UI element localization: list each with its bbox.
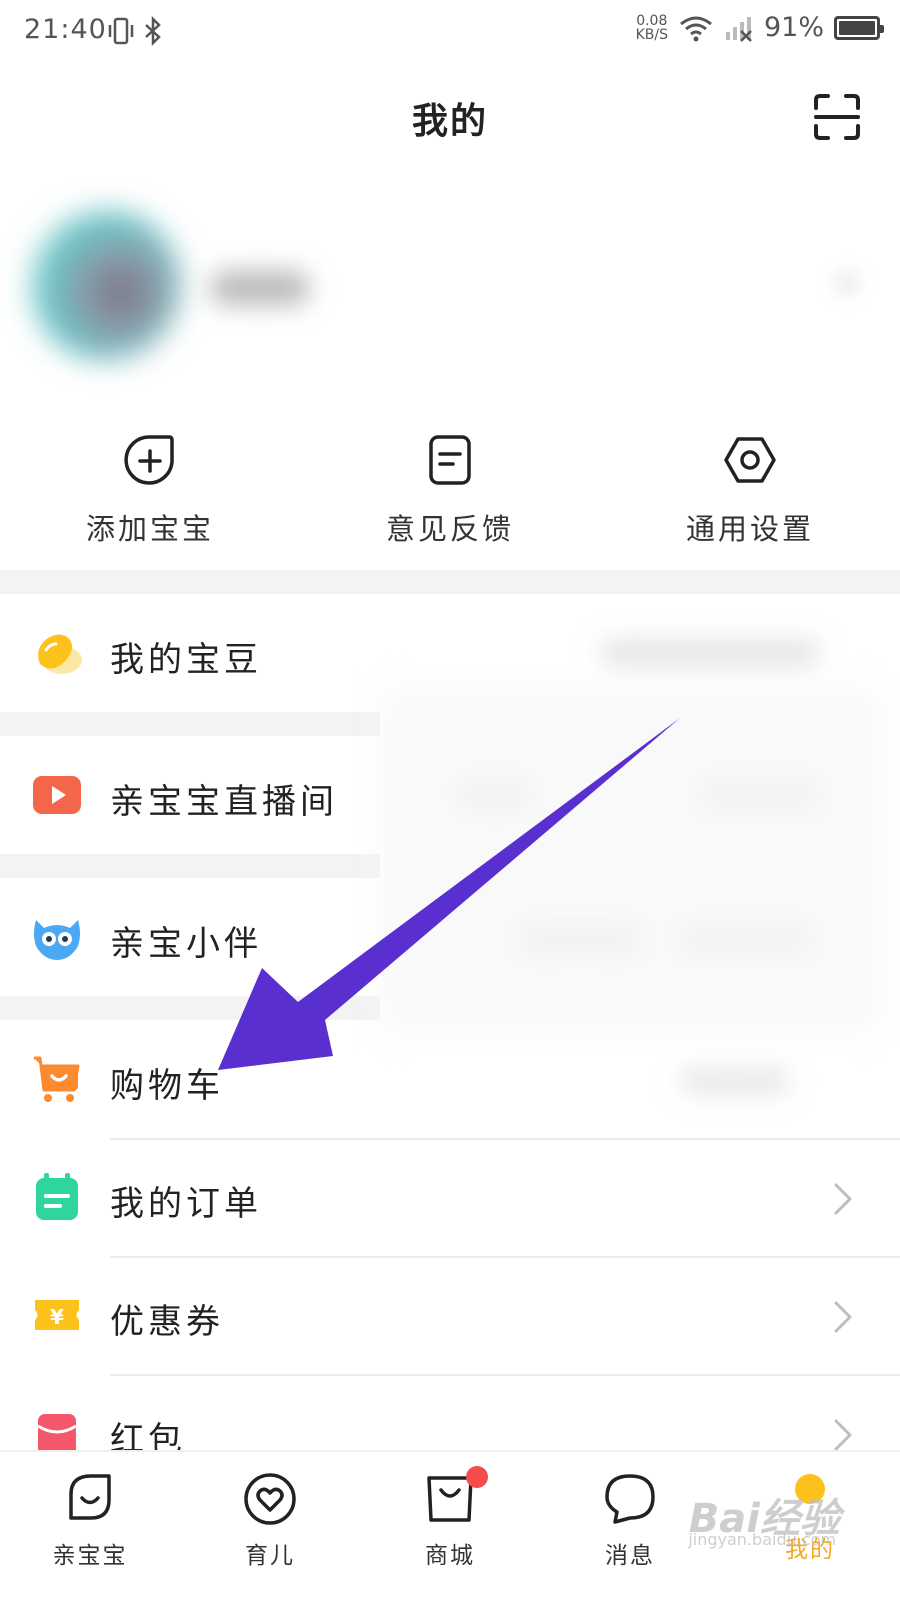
wifi-icon: [680, 16, 712, 41]
watermark-sub: jingyan.baidu.com: [688, 1530, 836, 1549]
nav-home[interactable]: 亲宝宝: [0, 1452, 180, 1600]
nav-messages-label: 消息: [605, 1543, 655, 1569]
net-speed-unit: KB/S: [635, 26, 668, 43]
nav-shop-label: 商城: [425, 1543, 475, 1569]
battery-icon: [834, 15, 884, 40]
scan-icon[interactable]: [812, 92, 862, 142]
status-right: 0.08 KB/S 91%: [636, 12, 884, 43]
section-divider: [0, 570, 900, 594]
blurred-region: [380, 690, 880, 1030]
username-blurred: [210, 270, 310, 306]
nav-parenting-label: 育儿: [245, 1543, 295, 1569]
cart-value-blurred: [680, 1068, 790, 1094]
add-baby-button[interactable]: 添加宝宝: [0, 420, 300, 570]
settings-icon: [724, 437, 776, 483]
battery-text: 91%: [763, 12, 824, 43]
chevron-right-icon: [834, 1301, 852, 1333]
header: 我的: [0, 70, 900, 160]
page-title: 我的: [411, 101, 488, 142]
status-bar: 21:40 0.08 KB/S 91%: [0, 0, 900, 64]
net-speed-value: 0.08: [636, 12, 668, 29]
add-baby-label: 添加宝宝: [85, 512, 214, 546]
owl-icon: [34, 920, 80, 960]
nav-shop[interactable]: 商城: [360, 1452, 540, 1600]
section-divider: [0, 712, 380, 736]
home-leaf-icon: [69, 1474, 111, 1520]
settings-button[interactable]: 通用设置: [600, 420, 900, 570]
settings-label: 通用设置: [685, 512, 814, 546]
order-icon: [36, 1173, 78, 1220]
menu-item-redpacket[interactable]: 红包: [0, 1376, 900, 1450]
menu-item-coupons[interactable]: ¥ 优惠券: [0, 1258, 900, 1374]
notification-badge: [466, 1466, 488, 1488]
svg-text:¥: ¥: [50, 1305, 64, 1329]
add-baby-icon: [124, 435, 174, 485]
signal-icon: [725, 16, 752, 42]
red-packet-icon: [37, 1414, 77, 1450]
chevron-right-icon: [834, 1419, 852, 1450]
feedback-button[interactable]: 意见反馈: [300, 420, 600, 570]
menu-item-orders[interactable]: 我的订单: [0, 1140, 900, 1256]
live-label: 亲宝宝直播间: [110, 782, 338, 822]
section-divider: [0, 996, 380, 1020]
live-icon: [33, 776, 81, 814]
companion-label: 亲宝小伴: [110, 924, 262, 964]
nav-parenting[interactable]: 育儿: [180, 1452, 360, 1600]
menu-item-cart[interactable]: 购物车: [0, 1020, 900, 1138]
quick-actions: 添加宝宝 意见反馈 通用设置: [0, 420, 900, 570]
redpacket-label: 红包: [110, 1420, 186, 1450]
message-icon: [605, 1474, 655, 1524]
status-time: 21:40: [24, 14, 107, 45]
beans-label: 我的宝豆: [110, 640, 262, 680]
parenting-heart-icon: [244, 1473, 296, 1525]
bean-icon: [38, 634, 82, 674]
beans-value-blurred: [600, 640, 820, 666]
cart-icon: [34, 1056, 80, 1102]
status-left-icons: [108, 16, 164, 46]
profile-chevron-icon: [834, 270, 860, 296]
net-speed: 0.08 KB/S: [636, 14, 668, 42]
coupons-label: 优惠券: [110, 1302, 224, 1342]
orders-label: 我的订单: [110, 1184, 262, 1224]
bluetooth-icon: [145, 16, 161, 46]
section-divider: [0, 854, 380, 878]
cart-label: 购物车: [110, 1066, 224, 1106]
feedback-icon: [429, 435, 471, 485]
vibrate-icon: [108, 17, 134, 45]
profile-card[interactable]: [0, 180, 900, 410]
nav-home-label: 亲宝宝: [52, 1543, 128, 1569]
feedback-label: 意见反馈: [385, 512, 514, 546]
coupon-icon: ¥: [35, 1300, 79, 1330]
chevron-right-icon: [834, 1183, 852, 1215]
avatar[interactable]: [30, 210, 180, 360]
